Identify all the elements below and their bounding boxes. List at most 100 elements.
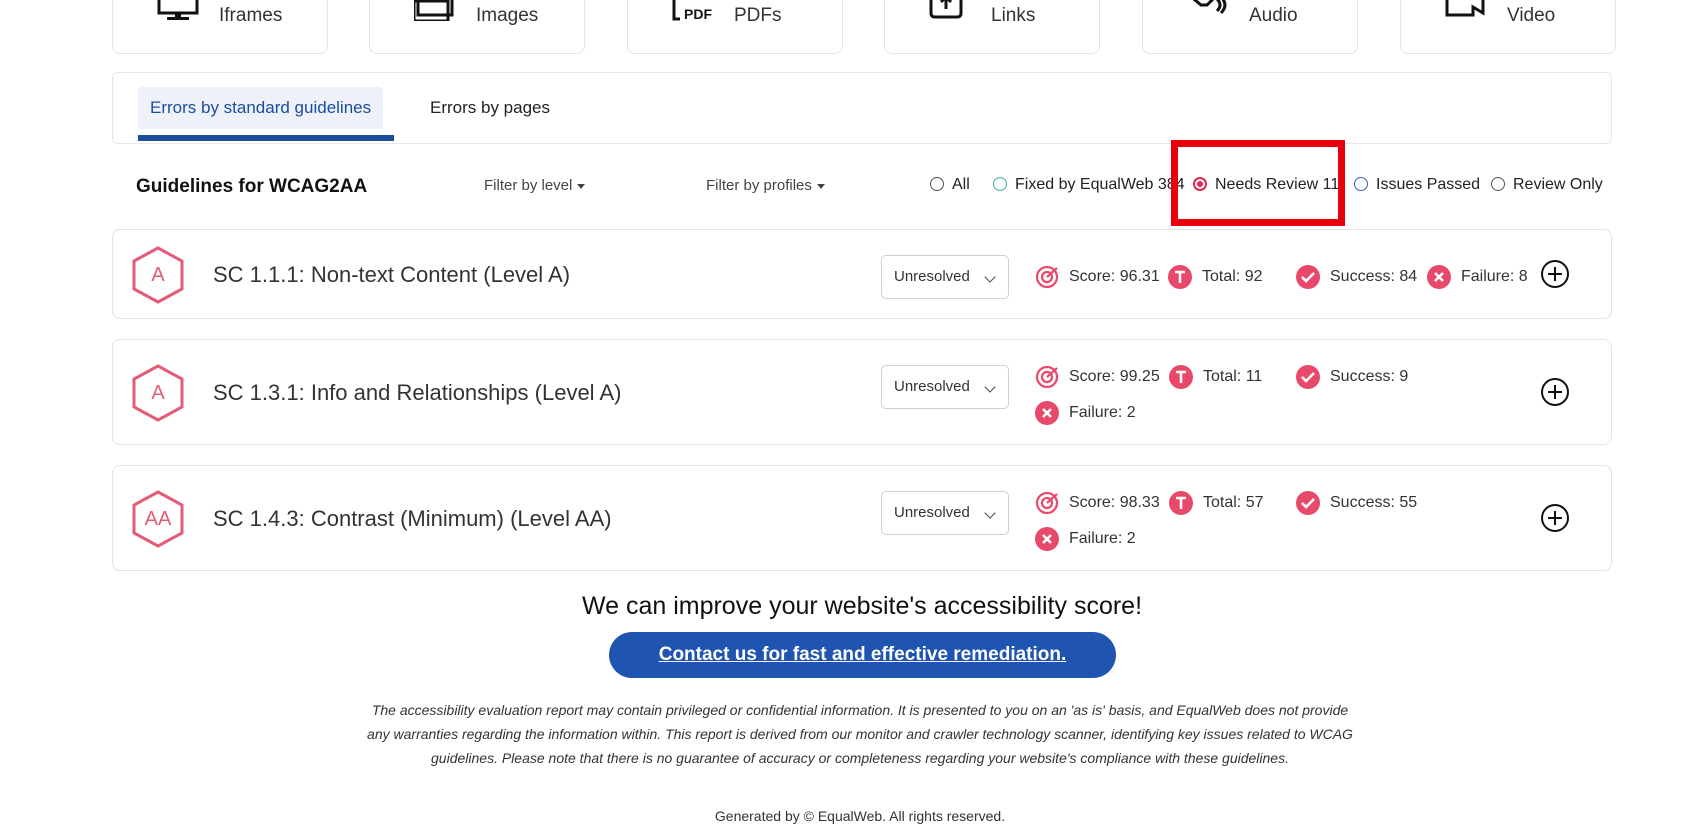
success-value: Success: 84 [1330,268,1418,286]
failure-x-icon [1035,527,1059,551]
expand-plus-icon[interactable] [1540,503,1570,533]
svg-text:PDF: PDF [684,6,712,21]
radio-circle-icon [1354,177,1368,191]
level-label: A [151,382,165,404]
success-value: Success: 9 [1330,368,1409,386]
radio-label: Fixed by EqualWeb 384 [1015,176,1185,193]
link-icon [929,0,963,19]
filter-by-level-dropdown[interactable]: Filter by level [484,177,586,194]
contact-remediation-button[interactable]: Contact us for fast and effective remedi… [609,632,1116,678]
media-card-iframes[interactable]: Iframes [112,0,328,54]
radio-circle-icon [1491,177,1505,191]
media-card-links[interactable]: Links [884,0,1100,54]
tab-errors-by-pages[interactable]: Errors by pages [430,87,550,129]
media-card-label: Iframes [219,5,283,26]
chevron-down-icon [984,271,996,283]
score-value: Score: 98.33 [1069,494,1160,512]
images-icon [414,0,454,21]
total-stat: Total: 57 [1169,491,1263,515]
score-stat: Score: 98.33 [1035,491,1160,515]
media-card-images[interactable]: Images [369,0,585,54]
disclaimer-text: The accessibility evaluation report may … [367,702,1353,766]
total-t-icon [1169,491,1193,515]
score-value: Score: 96.31 [1069,268,1160,286]
total-value: Total: 11 [1203,368,1263,386]
success-check-icon [1296,365,1320,389]
failure-value: Failure: 2 [1069,530,1136,548]
score-target-icon [1035,491,1059,515]
total-t-icon [1169,365,1193,389]
radio-label: Review Only [1513,176,1603,193]
expand-plus-icon[interactable] [1540,377,1570,407]
radio-label: Issues Passed [1376,176,1481,193]
video-icon [1445,0,1485,17]
media-card-label: Images [476,5,539,26]
filter-by-profiles-label: Filter by profiles [706,177,812,194]
guideline-title: SC 1.3.1: Info and Relationships (Level … [213,380,622,405]
active-tab-indicator [138,135,394,141]
total-value: Total: 92 [1202,268,1263,286]
total-stat: Total: 11 [1169,365,1262,389]
success-value: Success: 55 [1330,494,1418,512]
improve-score-heading: We can improve your website's accessibil… [581,592,1143,620]
highlight-annotation-box [1171,140,1345,226]
chevron-down-icon [984,381,996,393]
failure-stat: Failure: 2 [1035,401,1136,425]
media-card-label: Video [1507,5,1556,26]
filter-by-level-label: Filter by level [484,177,573,194]
radio-review-only[interactable]: Review Only [1491,176,1603,194]
guideline-card: A SC 1.3.1: Info and Relationships (Leve… [112,339,1612,445]
failure-stat: Failure: 2 [1035,527,1136,551]
powered-by-text: Generated by © EqualWeb. All rights rese… [714,808,1006,824]
success-stat: Success: 55 [1296,491,1417,515]
success-stat: Success: 84 [1296,265,1417,289]
tab-errors-by-guidelines[interactable]: Errors by standard guidelines [138,87,384,129]
success-stat: Success: 9 [1296,365,1408,389]
pdf-icon: PDF [672,0,712,21]
expand-plus-icon[interactable] [1540,259,1570,289]
success-check-icon [1296,265,1320,289]
status-value: Unresolved [894,504,970,521]
status-value: Unresolved [894,268,970,285]
score-target-icon [1035,265,1059,289]
total-stat: Total: 92 [1168,265,1262,289]
total-value: Total: 57 [1203,494,1264,512]
media-card-label: Links [991,5,1036,26]
radio-label: All [952,176,970,193]
failure-x-icon [1427,265,1451,289]
failure-x-icon [1035,401,1059,425]
filter-row: Guidelines for WCAG2AA Filter by level F… [112,160,1612,208]
guideline-title: SC 1.1.1: Non-text Content (Level A) [213,262,571,287]
filter-by-profiles-dropdown[interactable]: Filter by profiles [706,177,825,194]
level-hexagon-icon: A [131,246,185,304]
chevron-down-icon [984,507,996,519]
guideline-title: SC 1.4.3: Contrast (Minimum) (Level AA) [213,506,612,531]
radio-circle-icon [993,177,1007,191]
media-card-pdfs[interactable]: PDF PDFs [627,0,843,54]
status-value: Unresolved [894,378,970,395]
status-select[interactable]: Unresolved [881,491,1009,535]
caret-down-icon [577,183,586,189]
guideline-card: AA SC 1.4.3: Contrast (Minimum) (Level A… [112,465,1612,571]
score-target-icon [1035,365,1059,389]
score-value: Score: 99.25 [1069,368,1160,386]
guidelines-title: Guidelines for WCAG2AA [136,176,368,197]
report-tabs: Errors by standard guidelines Errors by … [112,72,1612,144]
failure-value: Failure: 8 [1461,268,1528,286]
score-stat: Score: 96.31 [1035,265,1160,289]
radio-issues-passed[interactable]: Issues Passed [1354,176,1480,194]
radio-all[interactable]: All [930,176,970,194]
level-label: AA [144,508,172,530]
total-t-icon [1168,265,1192,289]
success-check-icon [1296,491,1320,515]
level-hexagon-icon: AA [131,490,185,548]
media-card-audio[interactable]: Audio [1142,0,1358,54]
media-card-label: Audio [1249,5,1298,26]
level-hexagon-icon: A [131,364,185,422]
status-select[interactable]: Unresolved [881,365,1009,409]
caret-down-icon [816,183,825,189]
media-card-video[interactable]: Video [1400,0,1616,54]
status-select[interactable]: Unresolved [881,255,1009,299]
score-stat: Score: 99.25 [1035,365,1160,389]
media-card-label: PDFs [734,5,782,26]
